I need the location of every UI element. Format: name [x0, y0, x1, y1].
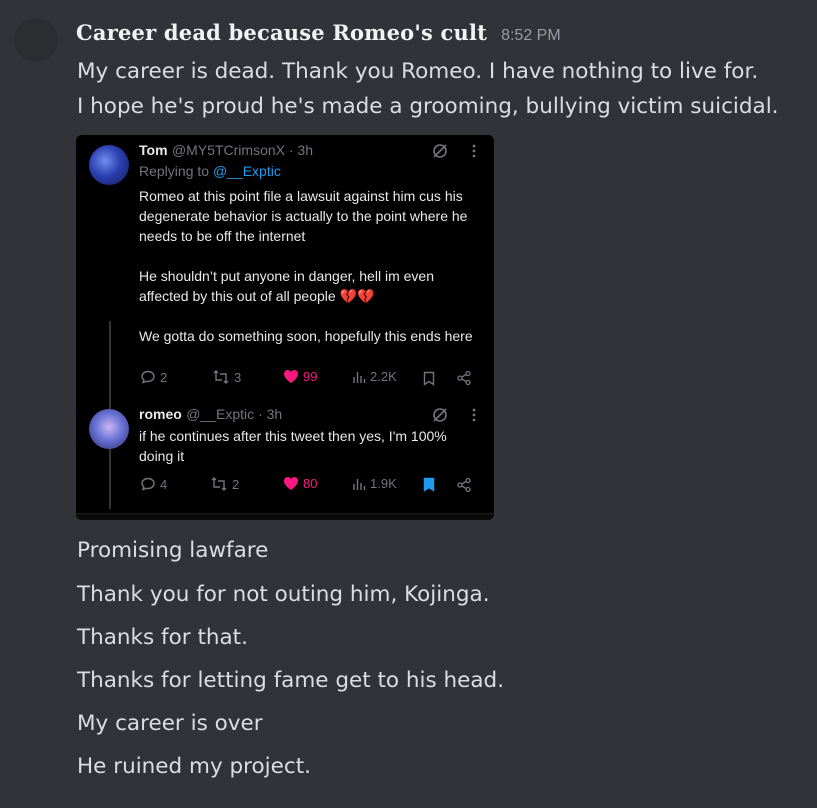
tweet2-body: if he continues after this tweet then ye…: [139, 426, 479, 466]
tweet2-views-action: 1.9K: [352, 476, 397, 491]
username[interactable]: Career dead because Romeo's cult: [76, 20, 487, 45]
tweet1-views-action: 2.2K: [352, 369, 397, 384]
tweet1-likes: 99: [303, 369, 318, 384]
user-avatar[interactable]: [14, 18, 58, 62]
message-line: Thank you for not outing him, Kojinga.: [77, 582, 490, 607]
tweet1-handle: @MY5TCrimsonX · 3h: [171, 142, 313, 158]
tweet-screenshot-embed[interactable]: Tom @MY5TCrimsonX · 3h Replying to @__Ex…: [76, 135, 494, 520]
embed-divider: [76, 513, 494, 520]
message-line: Thanks for that.: [77, 625, 248, 650]
timestamp[interactable]: 8:52 PM: [501, 27, 561, 45]
more-icon: [472, 408, 476, 422]
tweet2-likes: 80: [303, 476, 318, 491]
message-line: Thanks for letting fame get to his head.: [77, 668, 505, 693]
views-icon: [353, 371, 366, 383]
tweet1-paragraph: Romeo at this point file a lawsuit again…: [139, 188, 468, 244]
tweet2-like-action: 80: [283, 476, 317, 491]
reply-icon: [141, 370, 155, 384]
tweet2-replies: 4: [160, 476, 168, 492]
tweet2-retweet-action: 2: [210, 476, 239, 492]
tweet1-paragraph: We gotta do something soon, hopefully th…: [139, 328, 473, 344]
tweet2-handle: @__Exptic · 3h: [186, 406, 283, 422]
share-icon: [457, 477, 471, 493]
reply-icon: [141, 477, 155, 491]
tweet1-views: 2.2K: [370, 369, 397, 384]
tweet1-like-action: 99: [283, 369, 317, 384]
bookmark-icon: [423, 371, 435, 386]
tweet1-name: Tom: [139, 142, 168, 158]
message-line: I hope he's proud he's made a grooming, …: [77, 94, 779, 119]
message-line: Promising lawfare: [77, 538, 269, 563]
tweet-avatar-tom: [89, 145, 129, 185]
tweet2-paragraph: if he continues after this tweet then ye…: [139, 428, 447, 464]
tweet2-reply-action: 4: [140, 476, 167, 492]
tweet-avatar-romeo: [89, 409, 129, 449]
heart-icon: [284, 370, 298, 383]
tweet1-replying-to: Replying to @__Exptic: [139, 163, 281, 179]
tweet2-retweets: 2: [232, 476, 240, 492]
tweet1-replies: 2: [160, 369, 168, 385]
grok-icon: [433, 144, 447, 158]
replying-mention: @__Exptic: [212, 163, 281, 179]
retweet-icon: [213, 370, 229, 384]
tweet2-views: 1.9K: [370, 476, 397, 491]
share-icon: [457, 370, 471, 386]
tweet1-retweet-action: 3: [212, 369, 241, 385]
tweet1-header: Tom @MY5TCrimsonX · 3h: [139, 142, 313, 160]
tweet1-body: Romeo at this point file a lawsuit again…: [139, 186, 479, 346]
tweet1-paragraph: He shouldn’t put anyone in danger, hell …: [139, 268, 434, 304]
views-icon: [353, 478, 366, 490]
replying-prefix: Replying to: [139, 163, 213, 179]
more-icon: [472, 144, 476, 158]
tweet2-header: romeo @__Exptic · 3h: [139, 406, 282, 424]
heart-icon: [284, 477, 298, 490]
message-line: My career is dead. Thank you Romeo. I ha…: [77, 59, 759, 84]
message-line: He ruined my project.: [77, 754, 311, 779]
message-header: Career dead because Romeo's cult 8:52 PM: [76, 20, 561, 45]
retweet-icon: [211, 477, 227, 491]
tweet2-name: romeo: [139, 406, 182, 422]
tweet1-retweets: 3: [234, 369, 242, 385]
grok-icon: [433, 408, 447, 422]
bookmark-filled-icon: [423, 477, 435, 492]
tweet1-reply-action: 2: [140, 369, 167, 385]
message-line: My career is over: [77, 711, 263, 736]
